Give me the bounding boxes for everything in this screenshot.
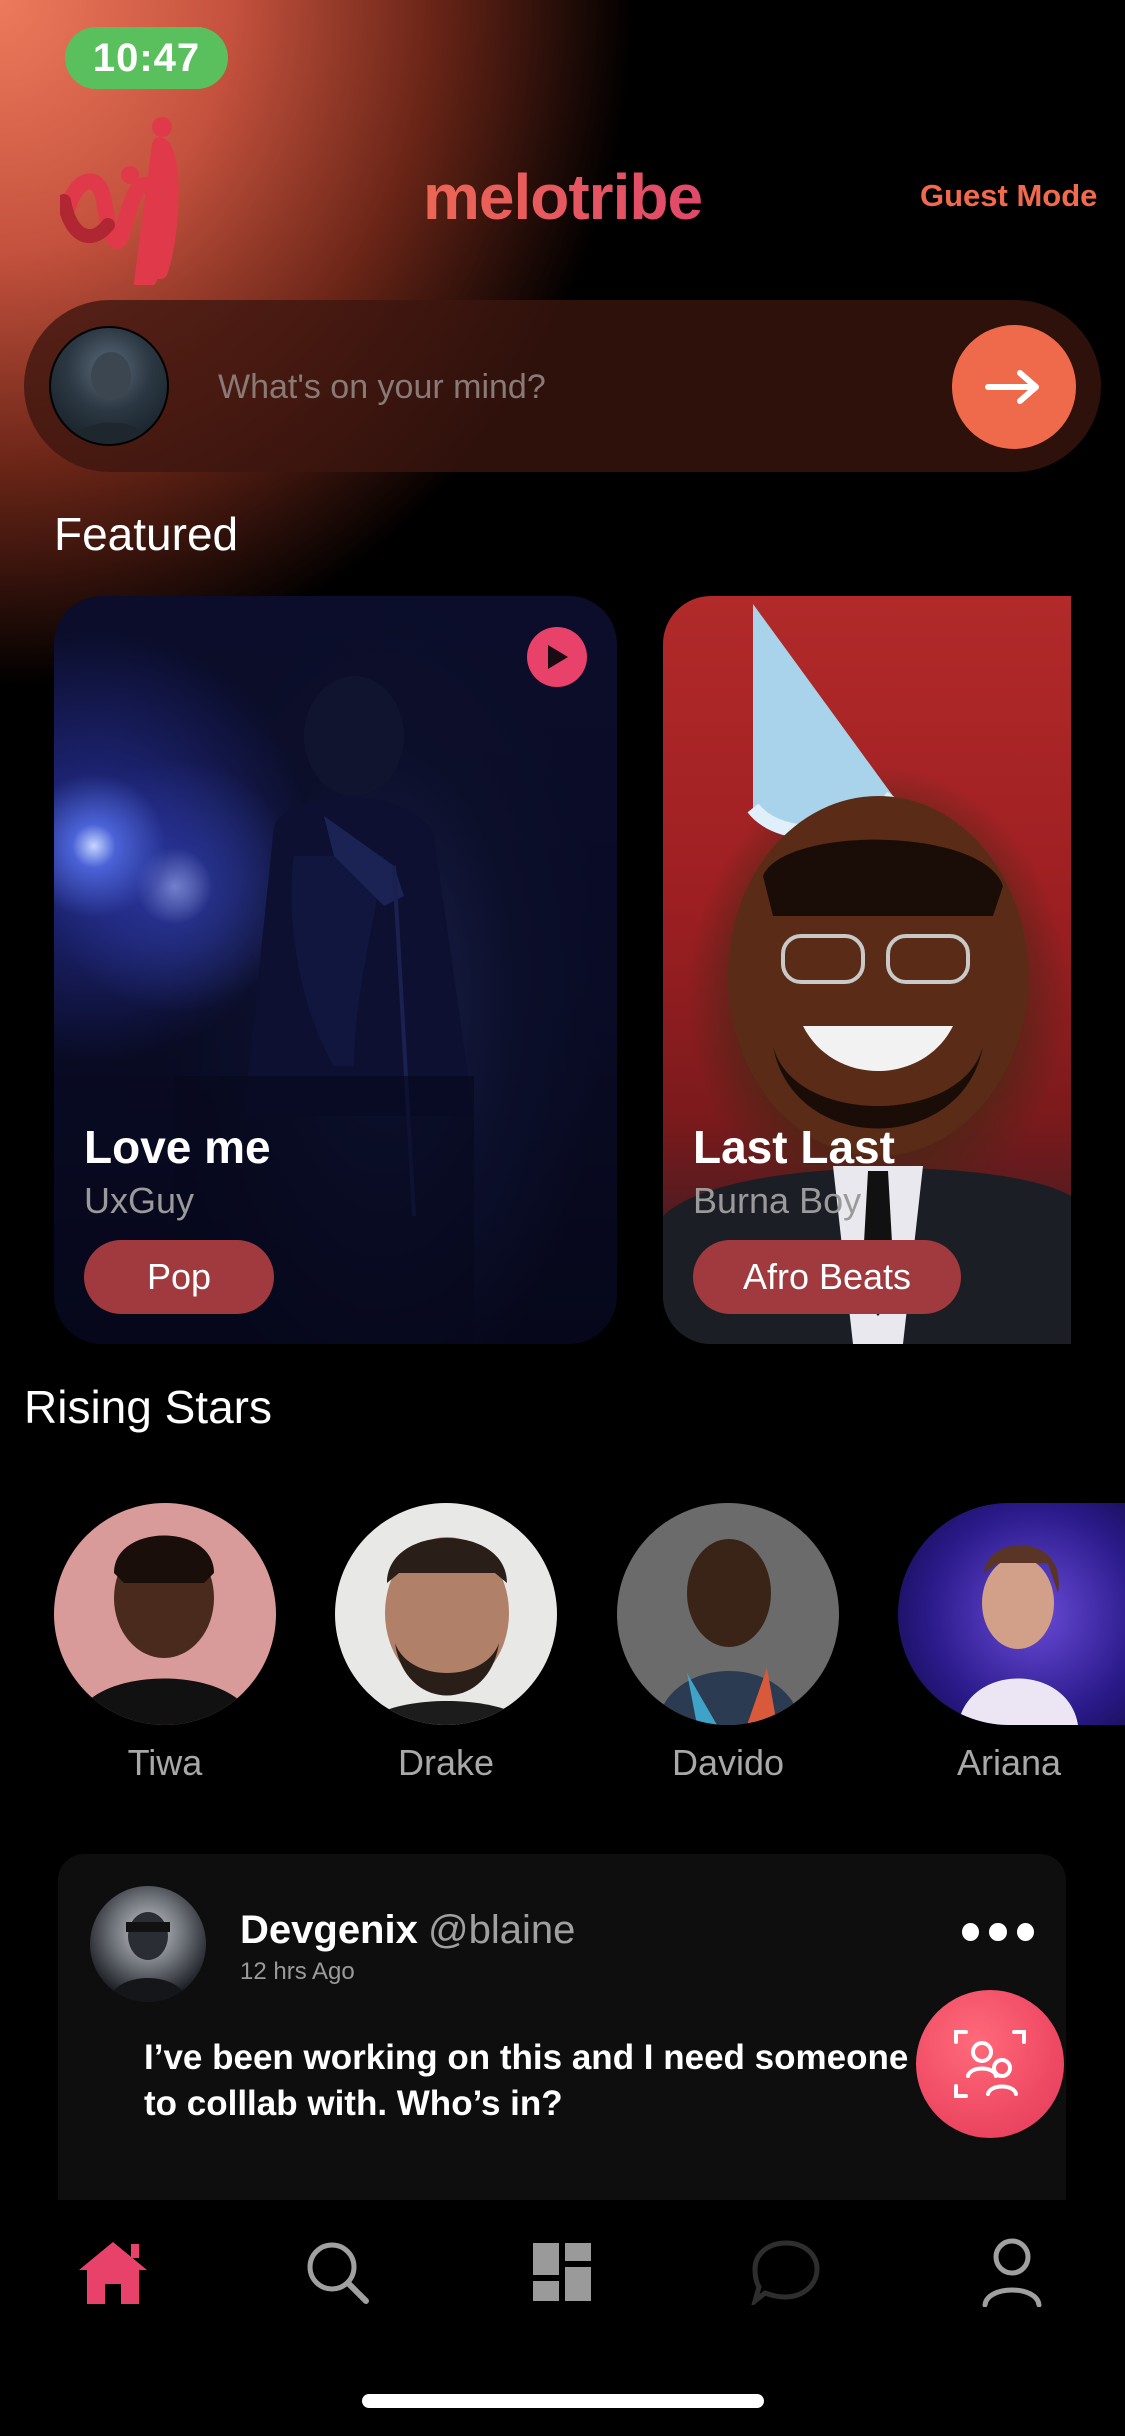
arrow-right-icon xyxy=(985,370,1039,404)
melotribe-logo-icon xyxy=(57,115,210,292)
genre-chip[interactable]: Pop xyxy=(84,1240,274,1314)
rising-star-avatar[interactable] xyxy=(898,1503,1125,1725)
composer-input[interactable] xyxy=(218,362,918,412)
rising-star-name: Davido xyxy=(671,1742,785,1783)
tab-feed[interactable] xyxy=(522,2232,602,2312)
tab-search[interactable] xyxy=(297,2232,377,2312)
play-button[interactable] xyxy=(527,627,587,687)
genre-chip[interactable]: Afro Beats xyxy=(693,1240,961,1314)
tab-profile[interactable] xyxy=(972,2232,1052,2312)
post-author-name[interactable]: Devgenix xyxy=(240,1908,418,1953)
user-avatar[interactable] xyxy=(49,326,169,446)
post-author-handle: @blaine xyxy=(428,1908,576,1952)
home-icon xyxy=(79,2242,147,2304)
play-icon xyxy=(548,645,568,669)
rising-star-name: Ariana xyxy=(956,1742,1062,1783)
post-text: I’ve been working on this and I need som… xyxy=(144,2038,909,2123)
chat-icon xyxy=(751,2240,820,2305)
featured-card[interactable] xyxy=(54,596,617,1344)
search-icon xyxy=(307,2242,369,2304)
post-author-avatar[interactable] xyxy=(90,1886,206,2002)
card-title: Love me xyxy=(84,1121,271,1173)
collab-users-icon xyxy=(954,2030,1026,2098)
rising-stars-heading: Rising Stars xyxy=(24,1381,272,1433)
home-indicator xyxy=(362,2394,764,2408)
card-artist: UxGuy xyxy=(84,1180,195,1221)
rising-star-avatar[interactable] xyxy=(54,1503,276,1725)
status-time: 10:47 xyxy=(65,27,228,89)
featured-card[interactable] xyxy=(663,596,1071,1344)
card-title: Last Last xyxy=(693,1121,895,1173)
brand-title: melotribe xyxy=(330,160,795,234)
guest-mode-link[interactable]: Guest Mode xyxy=(920,178,1097,214)
tab-messages[interactable] xyxy=(746,2232,826,2312)
tab-home[interactable] xyxy=(73,2232,153,2312)
more-options-icon[interactable] xyxy=(962,1920,1034,1944)
rising-star-name: Drake xyxy=(397,1742,495,1783)
featured-heading: Featured xyxy=(54,508,239,560)
collaborate-button[interactable] xyxy=(916,1990,1064,2138)
profile-icon xyxy=(982,2238,1042,2307)
rising-star-avatar[interactable] xyxy=(617,1503,839,1725)
card-artist: Burna Boy xyxy=(693,1180,862,1221)
rising-star-name: Tiwa xyxy=(127,1742,203,1783)
grid-icon xyxy=(533,2243,591,2301)
composer-send-button[interactable] xyxy=(952,325,1076,449)
rising-star-avatar[interactable] xyxy=(335,1503,557,1725)
post-timestamp: 12 hrs Ago xyxy=(240,1958,355,1985)
